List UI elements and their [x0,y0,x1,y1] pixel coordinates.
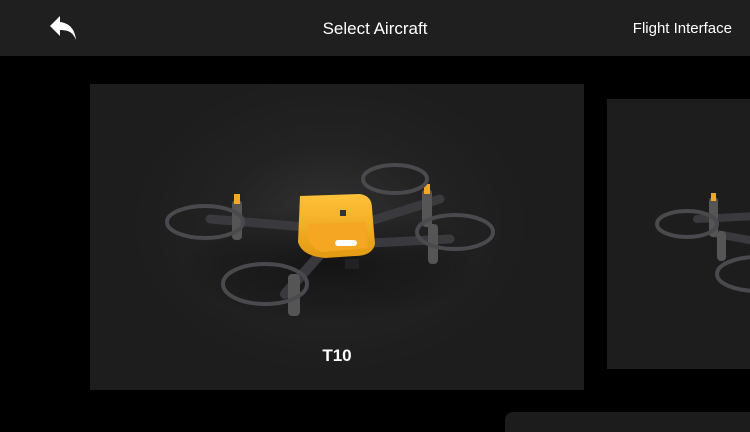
aircraft-name: T10 [322,346,352,365]
aircraft-card-next[interactable] [607,99,750,369]
drone-image [165,163,495,324]
flight-interface-button[interactable]: Flight Interface [633,20,732,37]
aircraft-card-t10[interactable]: T10 [90,84,584,390]
back-arrow-icon [50,16,76,40]
drone-image [655,193,750,293]
top-bar: Select Aircraft Flight Interface [0,0,750,56]
back-button[interactable] [46,12,80,44]
bottom-panel [505,412,750,432]
